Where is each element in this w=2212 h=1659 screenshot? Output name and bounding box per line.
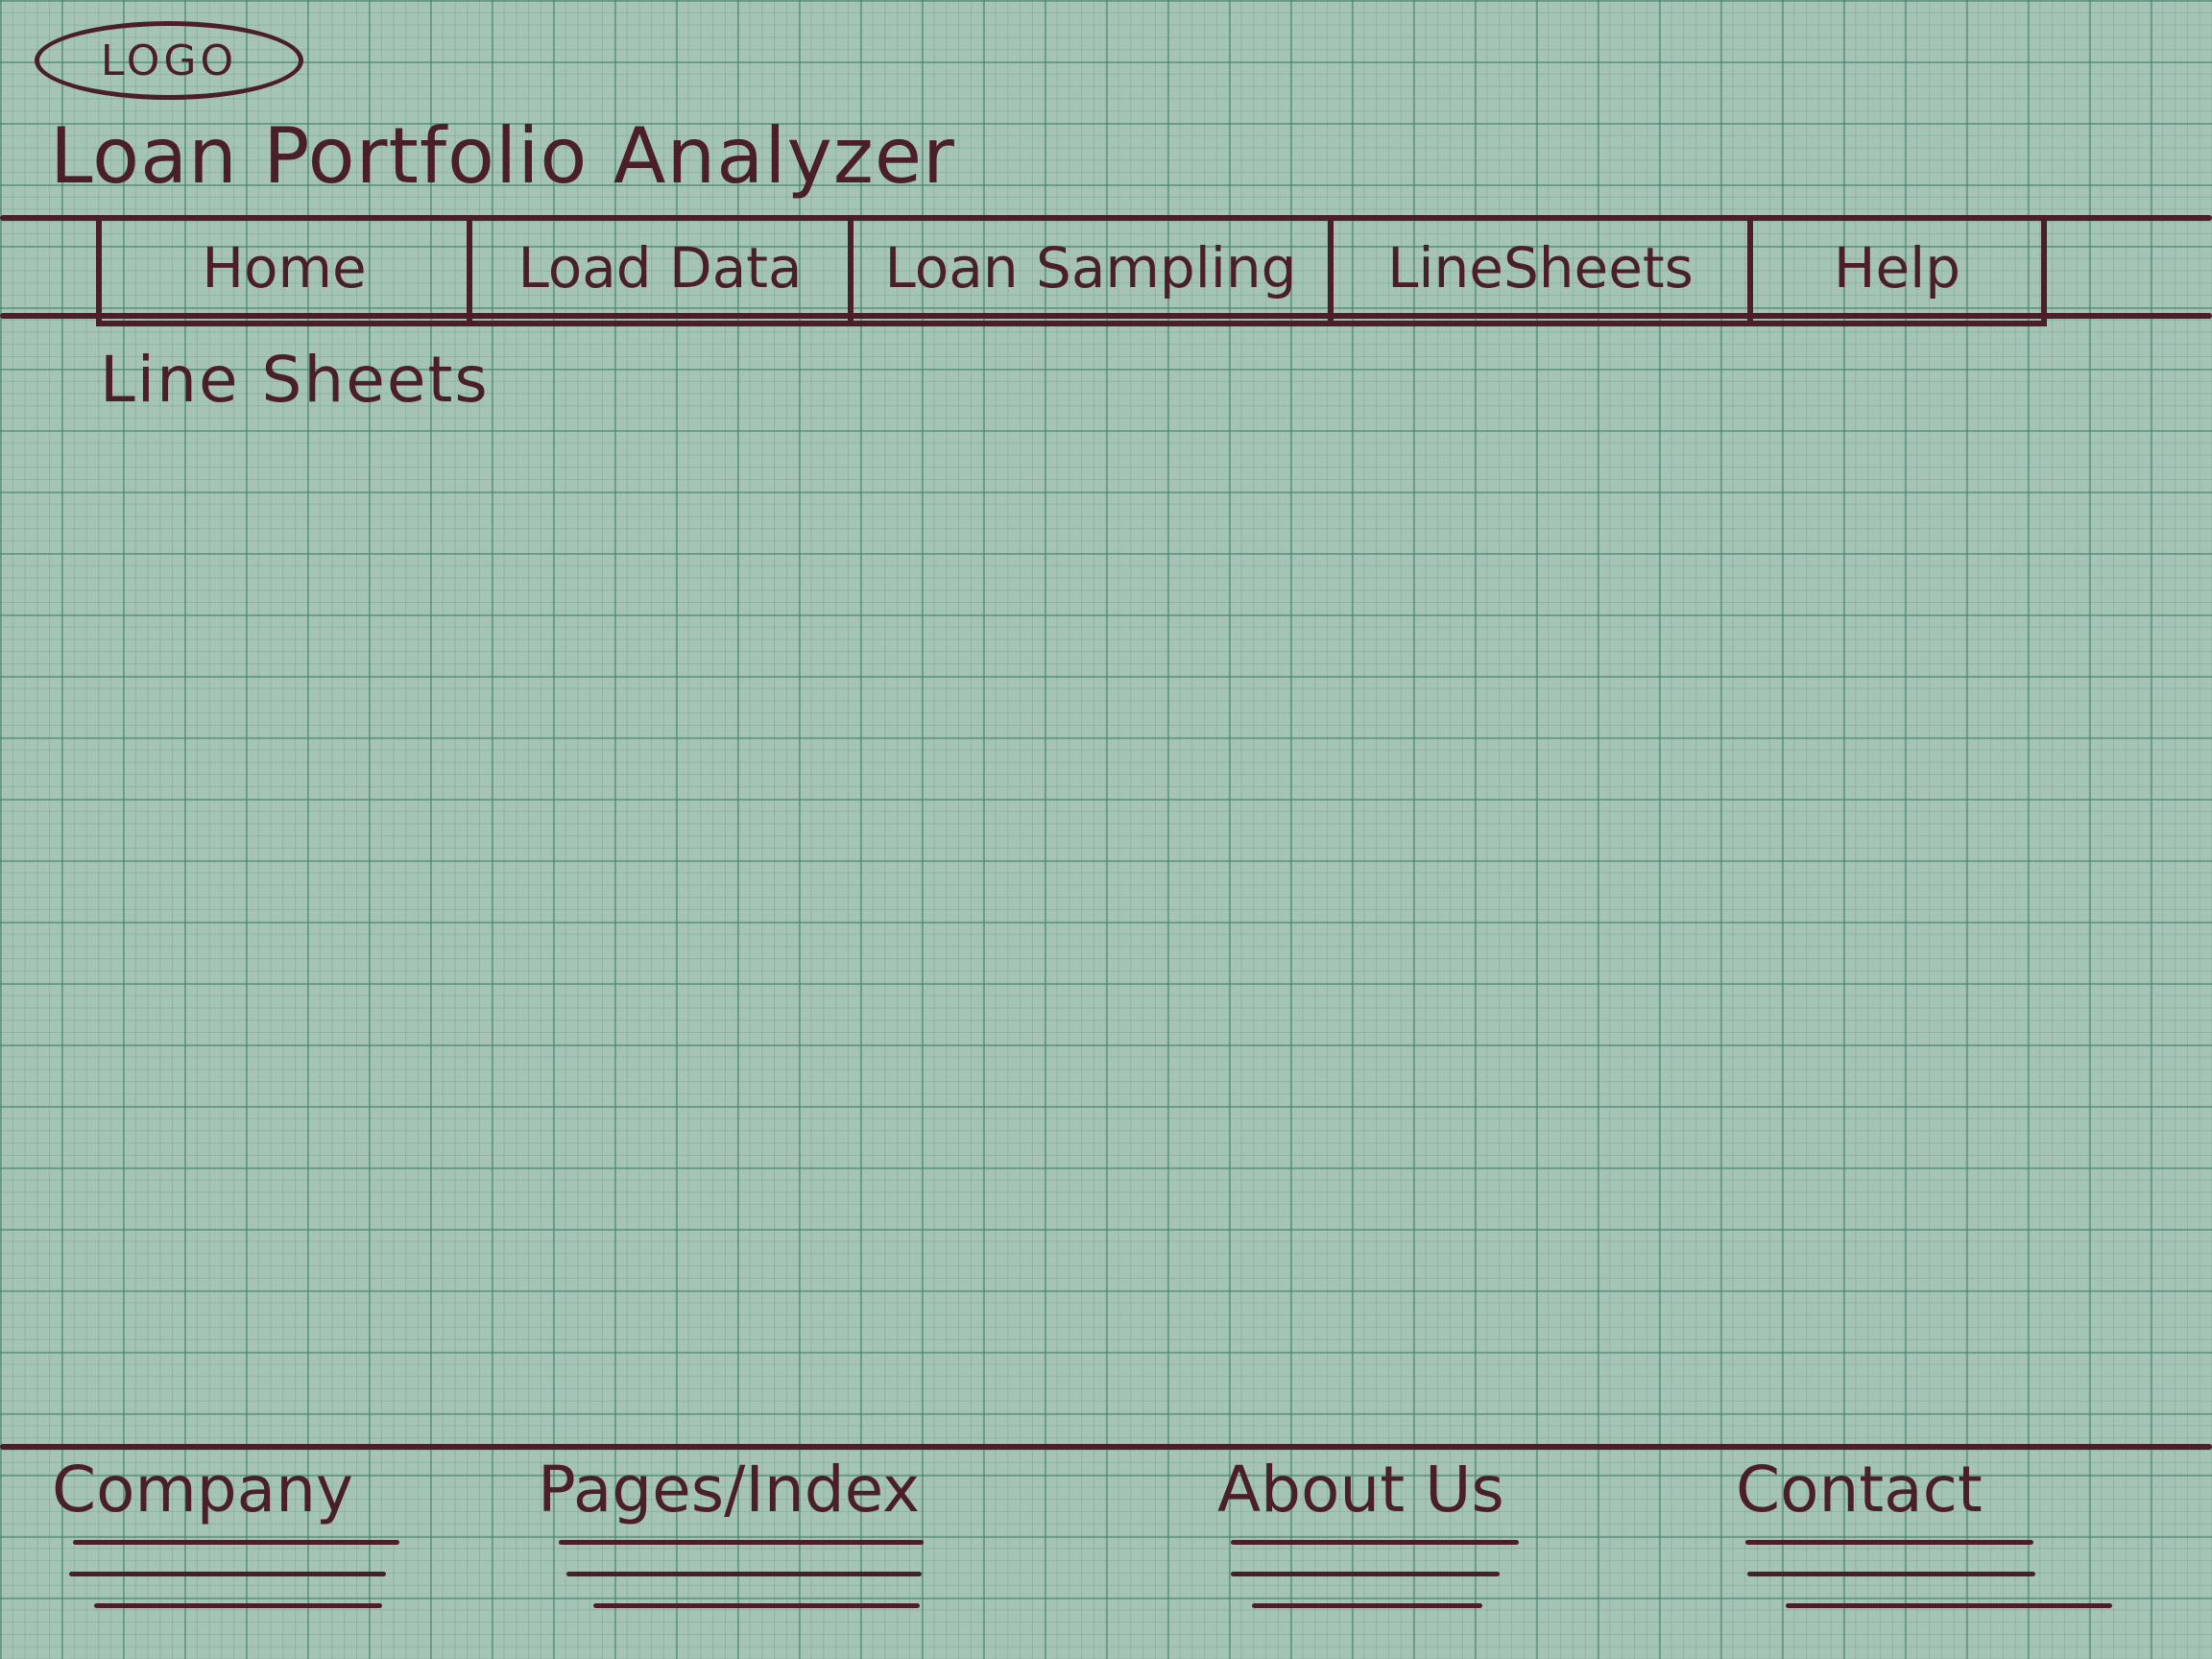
footer-column-pages-index: Pages/Index: [538, 1452, 924, 1635]
footer-link-placeholder[interactable]: [1231, 1572, 1500, 1576]
page-title: Line Sheets: [100, 343, 490, 417]
tab-load-data-label: Load Data: [517, 235, 803, 301]
tab-loan-sampling-label: Loan Sampling: [884, 235, 1297, 301]
footer-link-placeholder[interactable]: [1252, 1603, 1482, 1608]
footer-link-placeholder[interactable]: [69, 1572, 386, 1576]
tab-line-sheets[interactable]: LineSheets: [1328, 215, 1747, 326]
footer-link-placeholder[interactable]: [1231, 1540, 1519, 1545]
footer-heading-contact: Contact: [1736, 1453, 1983, 1527]
tab-home-label: Home: [202, 235, 367, 301]
tab-help[interactable]: Help: [1747, 215, 2047, 326]
tab-loan-sampling[interactable]: Loan Sampling: [848, 215, 1328, 326]
footer-link-placeholder[interactable]: [1786, 1603, 2112, 1608]
logo: LOGO: [35, 21, 303, 100]
footer-link-placeholder[interactable]: [559, 1540, 924, 1545]
logo-text: LOGO: [100, 36, 238, 85]
footer-link-placeholder[interactable]: [1745, 1540, 2033, 1545]
footer-links-pages-index: [538, 1540, 924, 1608]
footer-heading-about-us: About Us: [1217, 1453, 1504, 1527]
footer-link-placeholder[interactable]: [1747, 1572, 2035, 1576]
app-title: Loan Portfolio Analyzer: [50, 111, 955, 201]
footer-links-company: [52, 1540, 399, 1608]
footer-column-contact: Contact: [1736, 1452, 2112, 1635]
footer-links-about-us: [1217, 1540, 1519, 1608]
footer-heading-pages-index: Pages/Index: [538, 1453, 921, 1527]
footer-heading-company: Company: [52, 1453, 353, 1527]
footer-link-placeholder[interactable]: [593, 1603, 920, 1608]
tab-load-data[interactable]: Load Data: [467, 215, 848, 326]
main-nav: Home Load Data Loan Sampling LineSheets …: [96, 215, 2047, 326]
tab-line-sheets-label: LineSheets: [1387, 235, 1694, 301]
footer-link-placeholder[interactable]: [73, 1540, 399, 1545]
footer-column-company: Company: [52, 1452, 399, 1635]
footer-link-placeholder[interactable]: [94, 1603, 382, 1608]
footer-link-placeholder[interactable]: [566, 1572, 922, 1576]
footer-rule: [0, 1444, 2212, 1450]
tab-home[interactable]: Home: [96, 215, 467, 326]
footer-links-contact: [1736, 1540, 2112, 1608]
tab-help-label: Help: [1833, 235, 1961, 301]
footer-column-about-us: About Us: [1217, 1452, 1519, 1635]
